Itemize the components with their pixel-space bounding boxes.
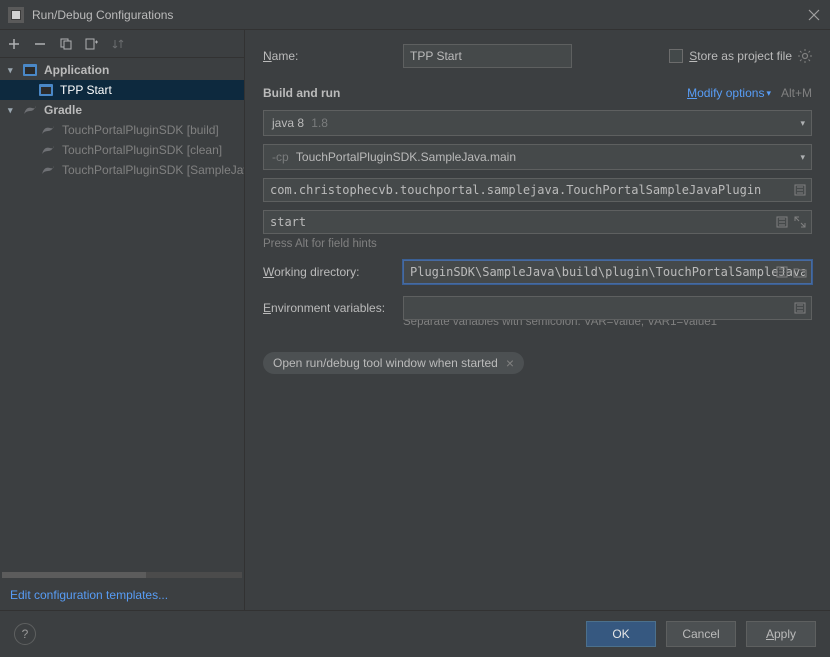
workdir-label: Working directory:: [263, 265, 403, 279]
window-title: Run/Debug Configurations: [32, 8, 806, 22]
chip-label: Open run/debug tool window when started: [273, 356, 498, 370]
gradle-icon: [40, 143, 56, 157]
option-chip[interactable]: Open run/debug tool window when started …: [263, 352, 524, 374]
jdk-name: java 8: [272, 116, 304, 130]
titlebar: Run/Debug Configurations: [0, 0, 830, 30]
save-template-icon[interactable]: [84, 36, 100, 52]
remove-icon[interactable]: [32, 36, 48, 52]
cp-prefix: -cp: [272, 150, 289, 164]
add-icon[interactable]: [6, 36, 22, 52]
program-args-input[interactable]: [263, 210, 812, 234]
tree-node-application[interactable]: ▾ Application: [0, 60, 244, 80]
edit-templates-link[interactable]: Edit configuration templates...: [0, 580, 244, 610]
gradle-icon: [22, 103, 38, 117]
tree-node-gradle-samplejava[interactable]: TouchPortalPluginSDK [SampleJava: [0, 160, 244, 180]
store-as-file-row: Store as project file: [669, 49, 812, 63]
env-label: Environment variables:: [263, 301, 403, 315]
list-icon[interactable]: [774, 214, 790, 230]
chevron-down-icon: ▾: [766, 88, 771, 99]
list-icon[interactable]: [774, 264, 790, 280]
name-input[interactable]: [403, 44, 572, 68]
workdir-input[interactable]: [403, 260, 812, 284]
name-row: Name: Store as project file: [263, 44, 812, 68]
gradle-icon: [40, 163, 56, 177]
store-label: Store as project file: [689, 49, 792, 63]
folder-icon[interactable]: [792, 264, 808, 280]
tree-label: TPP Start: [60, 83, 112, 97]
cp-module: TouchPortalPluginSDK.SampleJava.main: [296, 150, 516, 164]
gradle-icon: [40, 123, 56, 137]
list-icon[interactable]: [792, 300, 808, 316]
classpath-dropdown[interactable]: -cp TouchPortalPluginSDK.SampleJava.main…: [263, 144, 812, 170]
tree-node-tpp-start[interactable]: TPP Start: [0, 80, 244, 100]
app-icon: [8, 7, 24, 23]
expand-icon[interactable]: [792, 214, 808, 230]
application-icon: [22, 63, 38, 77]
sidebar-toolbar: [0, 30, 244, 58]
build-run-header: Build and run Modify options ▾ Alt+M: [263, 86, 812, 100]
apply-button[interactable]: Apply: [746, 621, 816, 647]
footer: ? OK Cancel Apply: [0, 610, 830, 657]
chevron-down-icon: ▾: [800, 152, 805, 163]
tree-label: TouchPortalPluginSDK [SampleJava: [62, 163, 244, 177]
close-icon[interactable]: [806, 7, 822, 23]
tree-label: Gradle: [44, 103, 82, 117]
section-title: Build and run: [263, 86, 687, 100]
store-checkbox[interactable]: [669, 49, 683, 63]
field-hint: Press Alt for field hints: [263, 238, 812, 250]
body: ▾ Application TPP Start ▾ Gradle TouchPo…: [0, 30, 830, 610]
modify-options-link[interactable]: Modify options ▾: [687, 86, 771, 100]
tree-node-gradle[interactable]: ▾ Gradle: [0, 100, 244, 120]
workdir-row: Working directory:: [263, 260, 812, 284]
copy-icon[interactable]: [58, 36, 74, 52]
help-button[interactable]: ?: [14, 623, 36, 645]
config-tree: ▾ Application TPP Start ▾ Gradle TouchPo…: [0, 58, 244, 572]
cancel-button[interactable]: Cancel: [666, 621, 736, 647]
tree-label: Application: [44, 63, 109, 77]
shortcut-hint: Alt+M: [781, 86, 812, 100]
sidebar-scrollbar[interactable]: [2, 572, 242, 578]
gear-icon[interactable]: [798, 49, 812, 63]
sidebar: ▾ Application TPP Start ▾ Gradle TouchPo…: [0, 30, 245, 610]
chevron-down-icon: ▾: [8, 105, 18, 116]
tree-node-gradle-build[interactable]: TouchPortalPluginSDK [build]: [0, 120, 244, 140]
chevron-down-icon: ▾: [800, 118, 805, 129]
sort-icon: [110, 36, 126, 52]
chevron-down-icon: ▾: [8, 65, 18, 76]
name-label: Name:: [263, 49, 403, 63]
application-icon: [38, 83, 54, 97]
tree-node-gradle-clean[interactable]: TouchPortalPluginSDK [clean]: [0, 140, 244, 160]
jdk-version: 1.8: [311, 116, 328, 130]
ok-button[interactable]: OK: [586, 621, 656, 647]
main-class-input[interactable]: [263, 178, 812, 202]
close-icon[interactable]: ×: [506, 356, 514, 370]
tree-label: TouchPortalPluginSDK [clean]: [62, 143, 222, 157]
env-input[interactable]: [403, 296, 812, 320]
main-panel: Name: Store as project file Build and ru…: [245, 30, 830, 610]
list-icon[interactable]: [792, 182, 808, 198]
jdk-dropdown[interactable]: java 8 1.8 ▾: [263, 110, 812, 136]
tree-label: TouchPortalPluginSDK [build]: [62, 123, 219, 137]
